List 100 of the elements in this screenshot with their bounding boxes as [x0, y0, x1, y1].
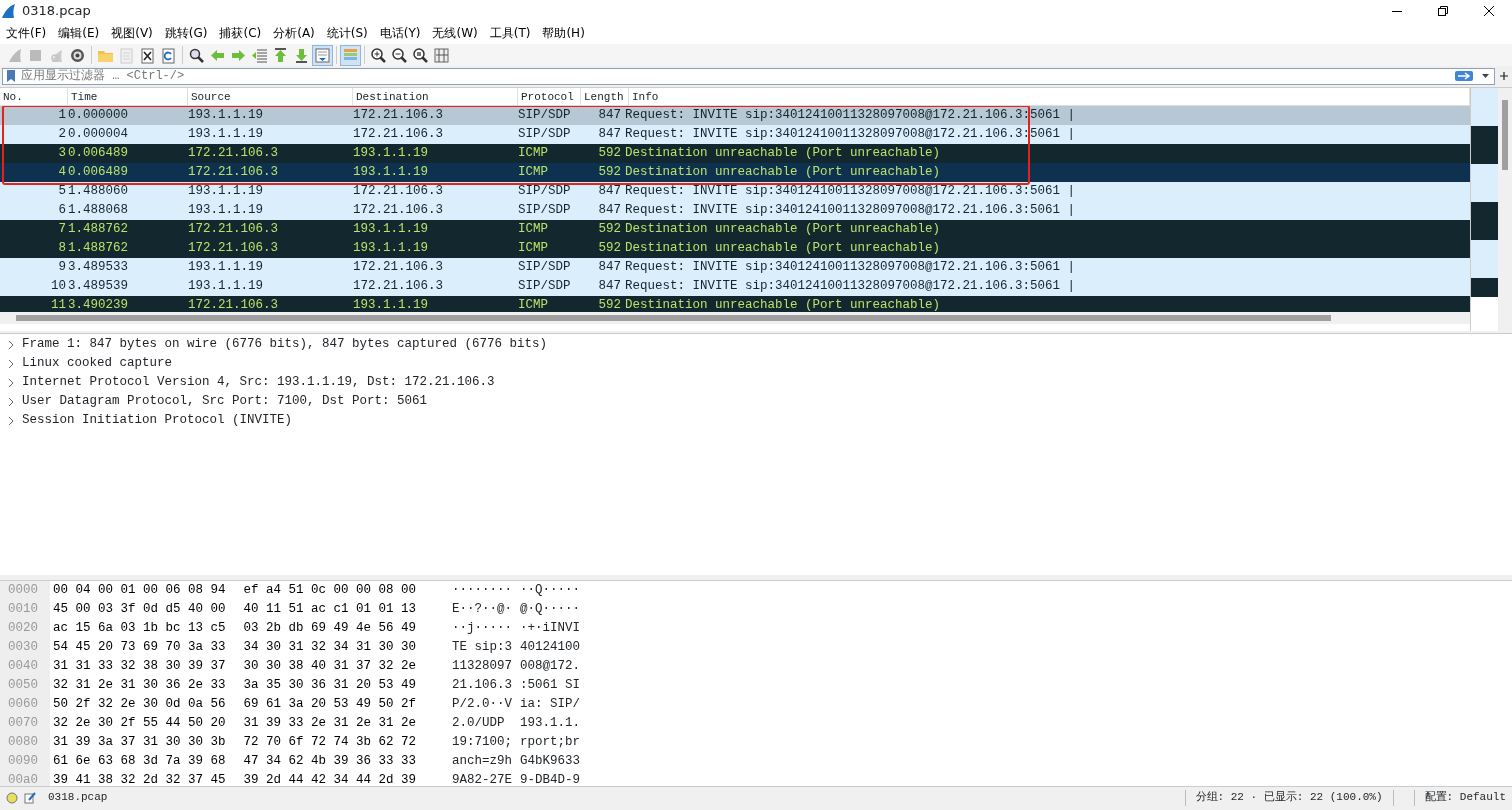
ascii-text: ia: SIP/ — [520, 696, 581, 713]
ascii-text: E··?··@· — [452, 601, 513, 618]
packet-row[interactable]: 4 0.006489 172.21.106.3 193.1.1.19 ICMP 592 Destination unreachable (Port unreachable) — [0, 163, 1470, 182]
menu-item[interactable]: 电话(Y) — [373, 24, 427, 42]
table-cell-text: ICMP — [518, 221, 549, 238]
ascii-text: 9-DB4D-9 — [520, 772, 581, 789]
column-header[interactable]: Protocol — [518, 88, 581, 105]
table-cell-text: 3.490239 — [68, 297, 129, 312]
menu-item[interactable]: 工具(T) — [483, 24, 537, 42]
filter-field[interactable]: 应用显示过滤器 … <Ctrl-/> — [2, 67, 1495, 85]
column-header[interactable]: No. — [0, 88, 68, 105]
search-icon — [188, 46, 205, 64]
table-cell-text: 172.21.106.3 — [188, 221, 279, 238]
table-cell-text: 3 — [57, 145, 67, 162]
ascii-text: 2.0/UDP — [452, 715, 506, 732]
table-cell-text: SIP/SDP — [518, 278, 572, 295]
plus-icon — [1500, 72, 1508, 80]
bookmark-icon — [7, 70, 15, 82]
ascii-text: :5061 SI — [520, 677, 581, 694]
table-cell-text: 847 — [597, 278, 622, 295]
packet-row[interactable]: 9 3.489533 193.1.1.19 172.21.106.3 SIP/SDP 847 Request: INVITE sip:34012410011328097008@172.21.106.3:5061 | — [0, 258, 1470, 277]
hex-bytes: ef a4 51 0c 00 00 08 00 — [243, 582, 417, 599]
profile-label[interactable]: 配置: Default — [1424, 789, 1506, 806]
table-cell-text: 847 — [597, 126, 622, 143]
table-cell-text: 193.1.1.19 — [353, 221, 429, 238]
ascii-text: 40124100 — [520, 639, 581, 656]
hex-bytes: 61 6e 63 68 3d 7a 39 68 — [53, 753, 226, 770]
column-header[interactable]: Time — [68, 88, 188, 105]
hex-bytes: 39 2d 44 42 34 44 2d 39 — [243, 772, 417, 789]
table-cell-text: 172.21.106.3 — [353, 107, 444, 124]
table-cell-text: 1 — [57, 107, 67, 124]
byte-offset: 0090 — [8, 753, 39, 770]
byte-offset: 0060 — [8, 696, 39, 713]
table-cell-text: 193.1.1.19 — [188, 126, 264, 143]
table-cell-text: 193.1.1.19 — [188, 259, 264, 276]
menu-item[interactable]: 统计(S) — [320, 24, 374, 42]
menu-item[interactable]: 捕获(C) — [213, 24, 268, 42]
hex-bytes: 47 34 62 4b 39 36 33 33 — [243, 753, 417, 770]
table-cell-text: 592 — [597, 164, 622, 181]
menu-item[interactable]: 帮助(H) — [536, 24, 591, 42]
menu-item[interactable]: 分析(A) — [267, 24, 321, 42]
horizontal-scrollbar[interactable] — [0, 312, 1470, 324]
table-cell-text: 0.006489 — [68, 164, 129, 181]
table-cell-text: 172.21.106.3 — [188, 240, 279, 257]
table-cell-text: 172.21.106.3 — [353, 202, 444, 219]
table-cell-text: 592 — [597, 145, 622, 162]
packet-row[interactable]: 10 3.489539 193.1.1.19 172.21.106.3 SIP/SDP 847 Request: INVITE sip:34012410011328097008@172.21.106.3:5061 | — [0, 277, 1470, 296]
table-cell-text: SIP/SDP — [518, 183, 572, 200]
table-cell-text: SIP/SDP — [518, 202, 572, 219]
tree-label: Internet Protocol Version 4, Src: 193.1.1.19, Dst: 172.21.106.3 — [22, 374, 495, 391]
byte-offset: 0050 — [8, 677, 39, 694]
hex-bytes: 30 30 38 40 31 37 32 2e — [243, 658, 417, 675]
ascii-text: rport;br — [520, 734, 581, 751]
table-cell-text: 0.000004 — [68, 126, 129, 143]
menu-item[interactable]: 文件(F) — [0, 24, 53, 42]
ascii-text: 11328097 — [452, 658, 513, 675]
table-cell-text: 193.1.1.19 — [353, 297, 429, 312]
byte-offset: 0040 — [8, 658, 39, 675]
packet-row[interactable]: 8 1.488762 172.21.106.3 193.1.1.19 ICMP 592 Destination unreachable (Port unreachable) — [0, 239, 1470, 258]
tree-item[interactable]: Internet Protocol Version 4, Src: 193.1.1.19, Dst: 172.21.106.3 — [0, 373, 1512, 392]
menu-item[interactable]: 跳转(G) — [158, 24, 214, 42]
table-cell-text: 3.489533 — [68, 259, 129, 276]
table-cell-text: 592 — [597, 240, 622, 257]
packet-row[interactable]: 5 1.488060 193.1.1.19 172.21.106.3 SIP/SDP 847 Request: INVITE sip:34012410011328097008@172.21.106.3:5061 | — [0, 182, 1470, 201]
vertical-scrollbar[interactable] — [1498, 88, 1512, 331]
tree-item[interactable]: Session Initiation Protocol (INVITE) — [0, 411, 1512, 430]
table-cell-text: 172.21.106.3 — [353, 183, 444, 200]
column-header[interactable]: Length — [581, 88, 629, 105]
column-header[interactable]: Source — [188, 88, 353, 105]
tree-item[interactable]: User Datagram Protocol, Src Port: 7100, Dst Port: 5061 — [0, 392, 1512, 411]
hex-bytes: 31 39 33 2e 31 2e 31 2e — [243, 715, 417, 732]
menu-item[interactable]: 视图(V) — [105, 24, 159, 42]
table-cell-text: Request: INVITE sip:34012410011328097008@172.21.106.3:5061 | — [625, 259, 1077, 276]
ascii-text: 19:7100; — [452, 734, 513, 751]
hex-bytes: 40 11 51 ac c1 01 01 13 — [243, 601, 417, 618]
ascii-text: @·Q····· — [520, 601, 581, 618]
packet-row[interactable]: 11 3.490239 172.21.106.3 193.1.1.19 ICMP 592 Destination unreachable (Port unreachable) — [0, 296, 1470, 312]
hex-bytes: ac 15 6a 03 1b bc 13 c5 — [53, 620, 226, 637]
table-cell-text: 592 — [597, 297, 622, 312]
table-cell-text: 0.000000 — [68, 107, 129, 124]
packet-row[interactable]: 7 1.488762 172.21.106.3 193.1.1.19 ICMP 592 Destination unreachable (Port unreachable) — [0, 220, 1470, 239]
ascii-text: anch=z9h — [452, 753, 513, 770]
menu-item[interactable]: 编辑(E) — [52, 24, 106, 42]
shark-fin-icon — [0, 3, 16, 19]
table-cell-text: ICMP — [518, 240, 549, 257]
table-cell-text: Destination unreachable (Port unreachable) — [625, 164, 942, 181]
hex-bytes: 00 04 00 01 00 06 08 94 — [53, 582, 226, 599]
menu-item[interactable]: 无线(W) — [426, 24, 484, 42]
close-icon[interactable] — [1484, 6, 1494, 16]
ascii-text: 193.1.1. — [520, 715, 581, 732]
restore-icon[interactable] — [1438, 6, 1448, 16]
tree-item[interactable]: Linux cooked capture — [0, 354, 1512, 373]
last-packet-icon — [293, 46, 310, 64]
tree-item[interactable]: Frame 1: 847 bytes on wire (6776 bits), 847 bytes captured (6776 bits) — [0, 335, 1512, 354]
packet-row[interactable]: 6 1.488068 193.1.1.19 172.21.106.3 SIP/SDP 847 Request: INVITE sip:34012410011328097008@172.21.106.3:5061 | — [0, 201, 1470, 220]
packet-row[interactable]: 3 0.006489 172.21.106.3 193.1.1.19 ICMP 592 Destination unreachable (Port unreachable) — [0, 144, 1470, 163]
table-cell-text: 4 — [57, 164, 67, 181]
shark-fin-icon — [6, 46, 23, 64]
column-header[interactable]: Destination — [353, 88, 518, 105]
table-cell-text: 10 — [50, 278, 67, 295]
